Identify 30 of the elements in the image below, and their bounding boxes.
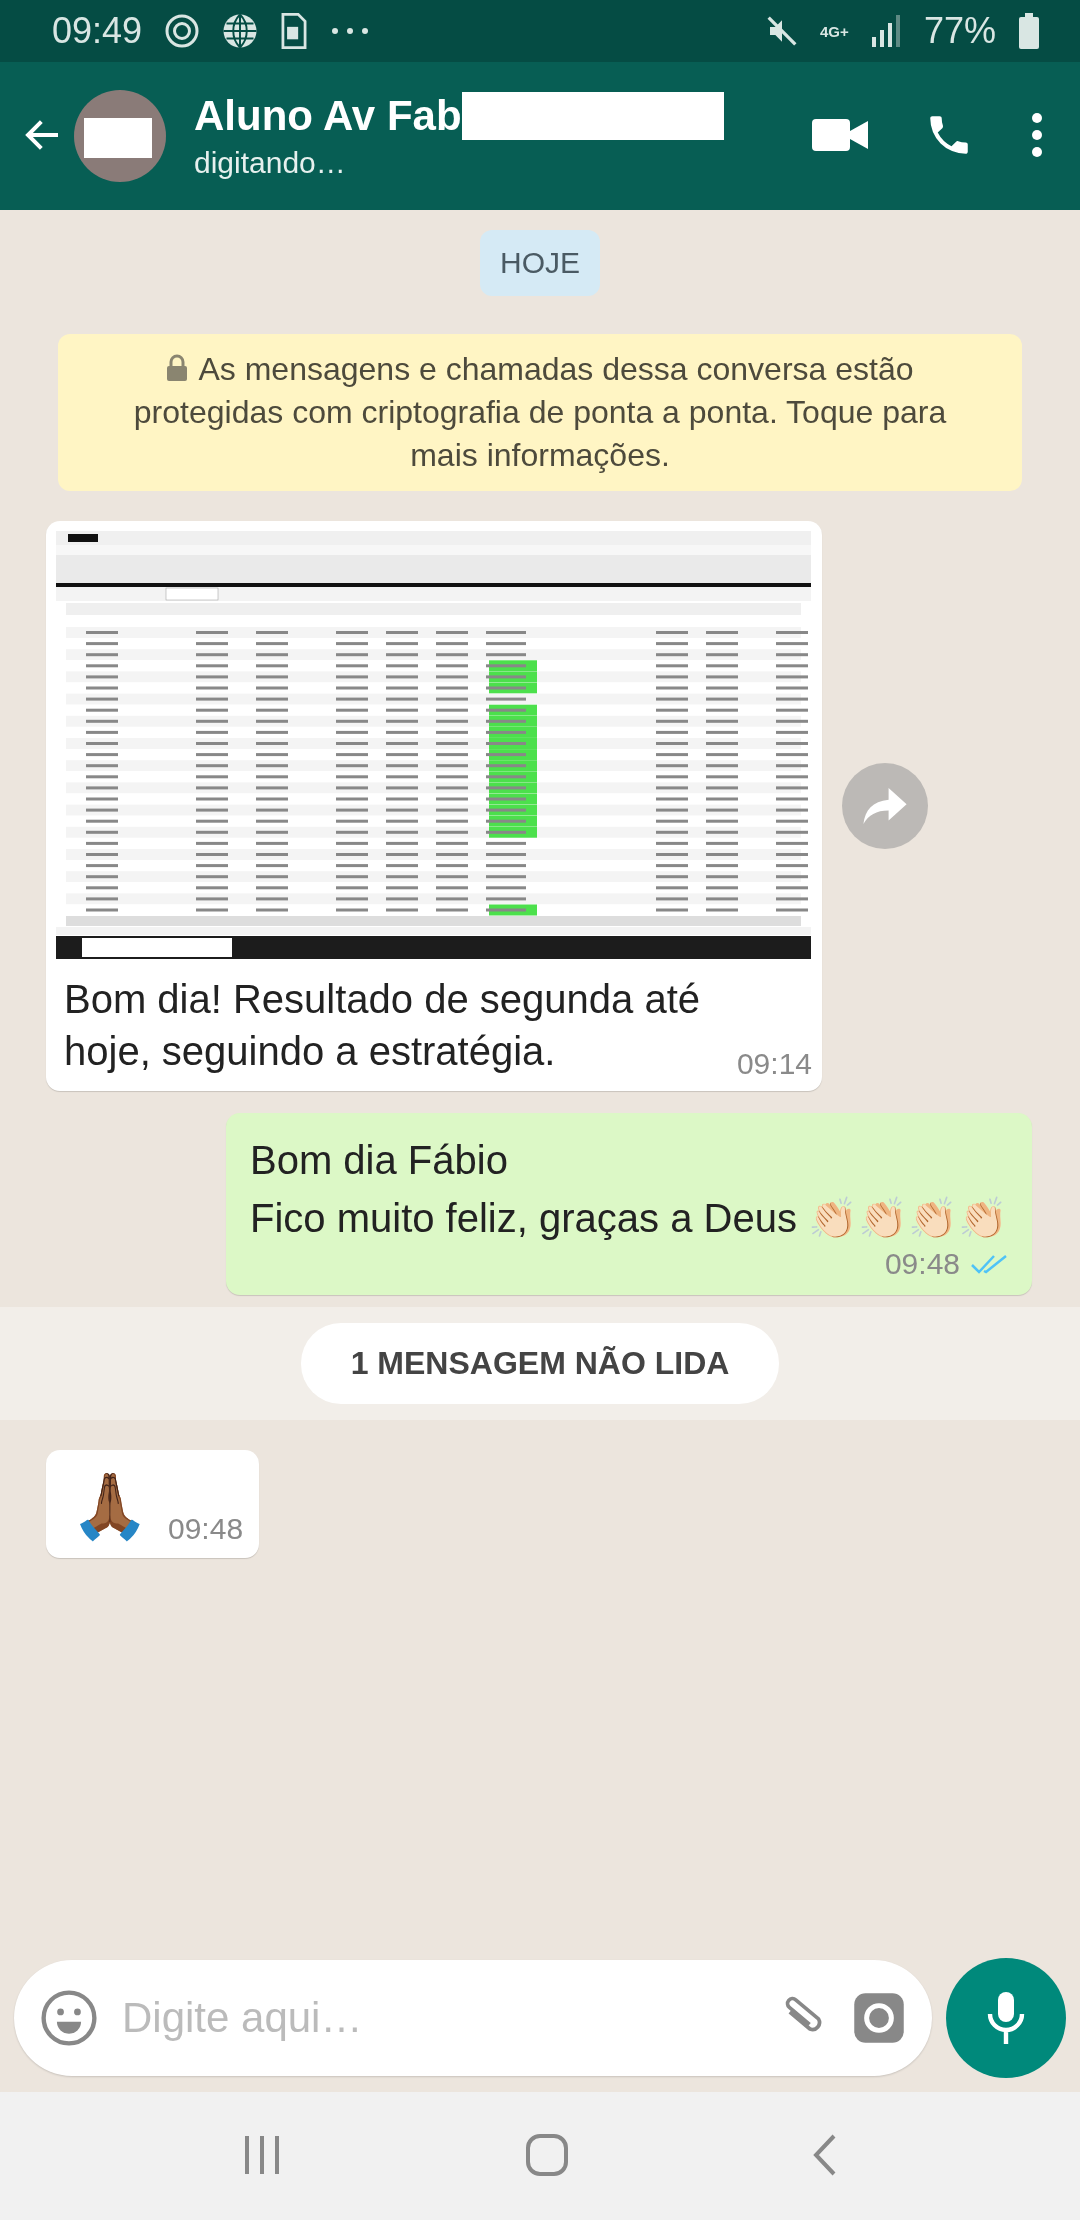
message-composer-field[interactable]: Digite aqui… — [14, 1960, 932, 2076]
battery-percentage: 77% — [923, 10, 996, 52]
date-chip: HOJE — [480, 230, 600, 296]
globe-icon — [222, 13, 259, 49]
mute-icon — [765, 15, 798, 47]
message-emoji: 🙏🏾 — [70, 1469, 150, 1544]
status-time: 09:49 — [52, 10, 143, 52]
encryption-notice[interactable]: As mensagens e chamadas dessa conversa estão protegidas com criptografia de ponta a ponta. Toque para mais informações. — [58, 334, 1022, 491]
sim-card-icon — [280, 13, 309, 49]
contact-name: Aluno Av Fab — [194, 92, 462, 140]
network-type: 4G+ — [819, 23, 850, 39]
microphone-icon — [986, 1990, 1026, 2046]
message-time: 09:48 — [884, 1247, 960, 1281]
message-text: Bom dia Fábio — [250, 1137, 509, 1184]
image-message-bubble[interactable]: Bom dia! Resultado de segunda até hoje, seguindo a estratégia. 09:14 — [46, 521, 822, 1091]
camera-icon[interactable] — [852, 1991, 906, 2045]
more-notifications-icon — [330, 26, 371, 36]
message-time: 09:14 — [736, 1047, 812, 1081]
message-input-field[interactable]: Digite aqui… — [120, 1993, 752, 2043]
redaction-bar — [84, 118, 152, 158]
battery-icon — [1018, 13, 1040, 49]
lock-icon — [166, 354, 189, 382]
forward-arrow-icon — [863, 788, 907, 824]
contact-status: digitando… — [194, 146, 347, 180]
message-time: 09:48 — [168, 1512, 244, 1546]
emoji-icon — [40, 1989, 98, 2047]
message-text: Bom dia! Resultado de segunda até hoje, seguindo a estratégia. — [63, 976, 701, 1075]
message-text: Fico muito feliz, graças a Deus 👏🏻👏🏻👏🏻👏🏻 — [250, 1195, 1008, 1242]
signal-icon — [871, 15, 902, 47]
unread-messages-banner: 1 MENSAGEM NÃO LIDA — [300, 1323, 780, 1404]
